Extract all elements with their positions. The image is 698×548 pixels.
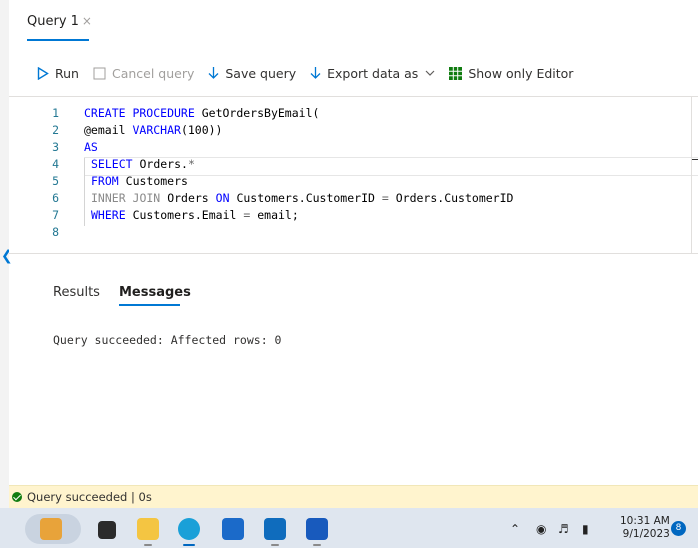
clock-date: 9/1/2023: [622, 528, 670, 540]
code-token: =: [381, 191, 389, 205]
code-token: ON: [215, 191, 230, 205]
save-query-button[interactable]: Save query: [208, 66, 296, 81]
briefcase-icon[interactable]: [40, 518, 62, 540]
cancel-label: Cancel query: [111, 65, 195, 81]
stop-icon: [93, 67, 106, 80]
code-token: SELECT: [91, 157, 133, 171]
left-panel-edge: [0, 0, 9, 548]
folder-icon[interactable]: [137, 518, 159, 540]
word-icon[interactable]: [306, 518, 328, 540]
status-bar: Query succeeded | 0s: [9, 485, 698, 508]
code-token: VARCHAR: [132, 123, 181, 137]
code-token: Customers.CustomerID: [236, 191, 382, 205]
code-token: FROM: [91, 174, 119, 188]
result-message: Query succeeded: Affected rows: 0: [53, 333, 282, 347]
code-text: WHERE Customers.Email = email;: [91, 207, 299, 224]
sql-editor[interactable]: 1 CREATE PROCEDURE GetOrdersByEmail( 2 @ema…: [9, 96, 698, 254]
code-text: AS: [84, 139, 98, 156]
code-token: Orders.CustomerID: [395, 191, 514, 205]
run-label: Run: [55, 65, 79, 81]
code-token: (100)): [180, 123, 223, 137]
clock-time: 10:31 AM: [620, 515, 670, 527]
code-token: GetOrdersByEmail(: [201, 106, 320, 120]
notification-badge[interactable]: 8: [671, 521, 686, 536]
tab-messages[interactable]: Messages: [119, 285, 191, 300]
app-indicator: [144, 544, 152, 546]
tab-query-1[interactable]: Query 1 ×: [27, 12, 92, 40]
code-token: WHERE: [91, 208, 126, 222]
wifi-icon[interactable]: ◉: [536, 522, 546, 536]
app-indicator: [313, 544, 321, 546]
code-token: Customers: [125, 174, 188, 188]
export-data-button[interactable]: Export data as: [310, 66, 435, 81]
code-text: CREATE PROCEDURE GetOrdersByEmail(: [84, 105, 319, 122]
code-token: Orders: [167, 191, 216, 205]
code-token: *: [187, 157, 195, 171]
code-token: CREATE PROCEDURE: [84, 106, 195, 120]
code-token: INNER JOIN: [91, 191, 161, 205]
active-tab-indicator: [119, 304, 180, 306]
store-icon[interactable]: [222, 518, 244, 540]
code-text: SELECT Orders.*: [91, 156, 195, 173]
code-token: Customers.Email: [132, 208, 244, 222]
line-number: 3: [52, 140, 59, 154]
download-arrow-icon: [310, 66, 321, 80]
line-number: 6: [52, 191, 59, 205]
cancel-query-button[interactable]: Cancel query: [93, 66, 194, 81]
code-token: @email: [84, 123, 133, 137]
overview-ruler-mark: [692, 159, 698, 160]
close-icon[interactable]: ×: [82, 12, 92, 28]
app-indicator: [271, 544, 279, 546]
status-text: Query succeeded | 0s: [27, 490, 152, 504]
line-number: 5: [52, 174, 59, 188]
show-editor-label: Show only Editor: [468, 65, 574, 81]
active-tab-indicator: [27, 39, 89, 41]
run-button[interactable]: Run: [37, 66, 79, 81]
outlook-icon[interactable]: [264, 518, 286, 540]
line-number: 8: [52, 225, 59, 239]
editor-scrollbar[interactable]: [691, 97, 698, 253]
line-number: 1: [52, 106, 59, 120]
battery-icon[interactable]: ▮: [582, 522, 589, 536]
indent-guide: [84, 158, 85, 226]
code-text: FROM Customers: [91, 173, 188, 190]
export-label: Export data as: [327, 65, 419, 81]
tab-title: Query 1: [27, 14, 79, 29]
code-token: email;: [257, 208, 299, 222]
show-only-editor-button[interactable]: Show only Editor: [449, 66, 573, 81]
edge-icon[interactable]: [178, 518, 200, 540]
grid-icon: [449, 66, 463, 80]
code-token: =: [243, 208, 251, 222]
code-token: Orders.: [139, 157, 188, 171]
volume-icon[interactable]: ♬: [558, 522, 569, 536]
terminal-icon[interactable]: [98, 521, 116, 539]
chevron-down-icon: [425, 70, 435, 77]
taskbar: ⌃ ◉ ♬ ▮ 10:31 AM 9/1/2023 8: [0, 508, 698, 548]
play-icon: [37, 66, 49, 80]
download-arrow-icon: [208, 66, 219, 80]
clock[interactable]: 10:31 AM 9/1/2023: [620, 515, 670, 541]
query-toolbar: Run Cancel query Save query Export data …: [37, 63, 587, 83]
app-indicator: [183, 544, 195, 546]
line-number: 7: [52, 208, 59, 222]
chevron-up-icon[interactable]: ⌃: [510, 522, 520, 536]
success-check-icon: [12, 492, 22, 502]
line-number: 2: [52, 123, 59, 137]
line-number: 4: [52, 157, 59, 171]
save-label: Save query: [225, 65, 297, 81]
code-text: INNER JOIN Orders ON Customers.CustomerI…: [91, 190, 513, 207]
code-token: AS: [84, 140, 98, 154]
code-text: @email VARCHAR(100)): [84, 122, 222, 139]
tab-results[interactable]: Results: [53, 285, 100, 300]
